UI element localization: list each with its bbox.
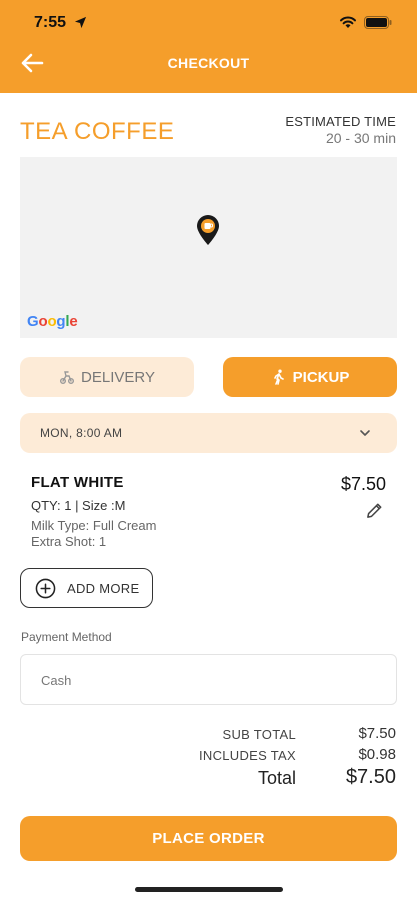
map-pin-icon xyxy=(197,215,219,245)
subtotal-label: SUB TOTAL xyxy=(222,727,296,742)
cart-item-option: Milk Type: Full Cream xyxy=(31,518,157,533)
delivery-label: DELIVERY xyxy=(81,368,155,386)
cart-item-option: Extra Shot: 1 xyxy=(31,534,107,549)
status-time: 7:55 xyxy=(34,14,67,31)
tax-value: $0.98 xyxy=(358,746,396,763)
pickup-label: PICKUP xyxy=(292,368,350,386)
walking-person-icon xyxy=(273,369,284,385)
battery-icon xyxy=(364,16,392,29)
estimated-time-value: 20 - 30 min xyxy=(325,130,396,146)
plus-circle-icon xyxy=(35,578,56,598)
payment-method-label: Payment Method xyxy=(21,630,112,644)
edit-pencil-icon[interactable] xyxy=(365,501,384,520)
home-indicator[interactable] xyxy=(135,887,283,892)
store-name: TEA COFFEE xyxy=(20,118,175,145)
tax-label: INCLUDES TAX xyxy=(198,748,296,763)
cart-item-qty-size: QTY: 1 | Size :M xyxy=(31,498,126,513)
place-order-button[interactable]: PLACE ORDER xyxy=(20,816,397,861)
payment-method-field[interactable]: Cash xyxy=(20,654,397,705)
total-value: $7.50 xyxy=(345,766,396,788)
pickup-button[interactable]: PICKUP xyxy=(223,357,397,397)
estimated-time-label: ESTIMATED TIME xyxy=(285,114,396,129)
google-logo-letter: e xyxy=(69,313,78,330)
place-order-label: PLACE ORDER xyxy=(152,830,265,847)
add-more-label: ADD MORE xyxy=(67,580,140,596)
add-more-button[interactable]: ADD MORE xyxy=(20,568,153,608)
delivery-button[interactable]: DELIVERY xyxy=(20,357,194,397)
store-map[interactable]: Google xyxy=(20,157,397,338)
cart-item-price: $7.50 xyxy=(340,474,386,494)
subtotal-value: $7.50 xyxy=(358,725,396,742)
payment-method-value: Cash xyxy=(41,673,72,688)
delivery-scooter-icon xyxy=(60,371,75,384)
status-bar: 7:55 xyxy=(0,0,417,44)
wifi-icon xyxy=(340,16,356,28)
chevron-down-icon xyxy=(360,430,370,436)
location-arrow-icon xyxy=(74,16,87,29)
total-label: Total xyxy=(257,768,296,788)
schedule-dropdown[interactable]: MON, 8:00 AM xyxy=(20,413,397,453)
page-title: CHECKOUT xyxy=(167,55,250,71)
google-logo: Google xyxy=(27,313,78,330)
schedule-value: MON, 8:00 AM xyxy=(40,426,123,440)
cart-item-name: FLAT WHITE xyxy=(31,474,124,491)
google-logo-letter: G xyxy=(27,313,39,330)
app-header: 7:55 CHECKOUT xyxy=(0,0,417,93)
